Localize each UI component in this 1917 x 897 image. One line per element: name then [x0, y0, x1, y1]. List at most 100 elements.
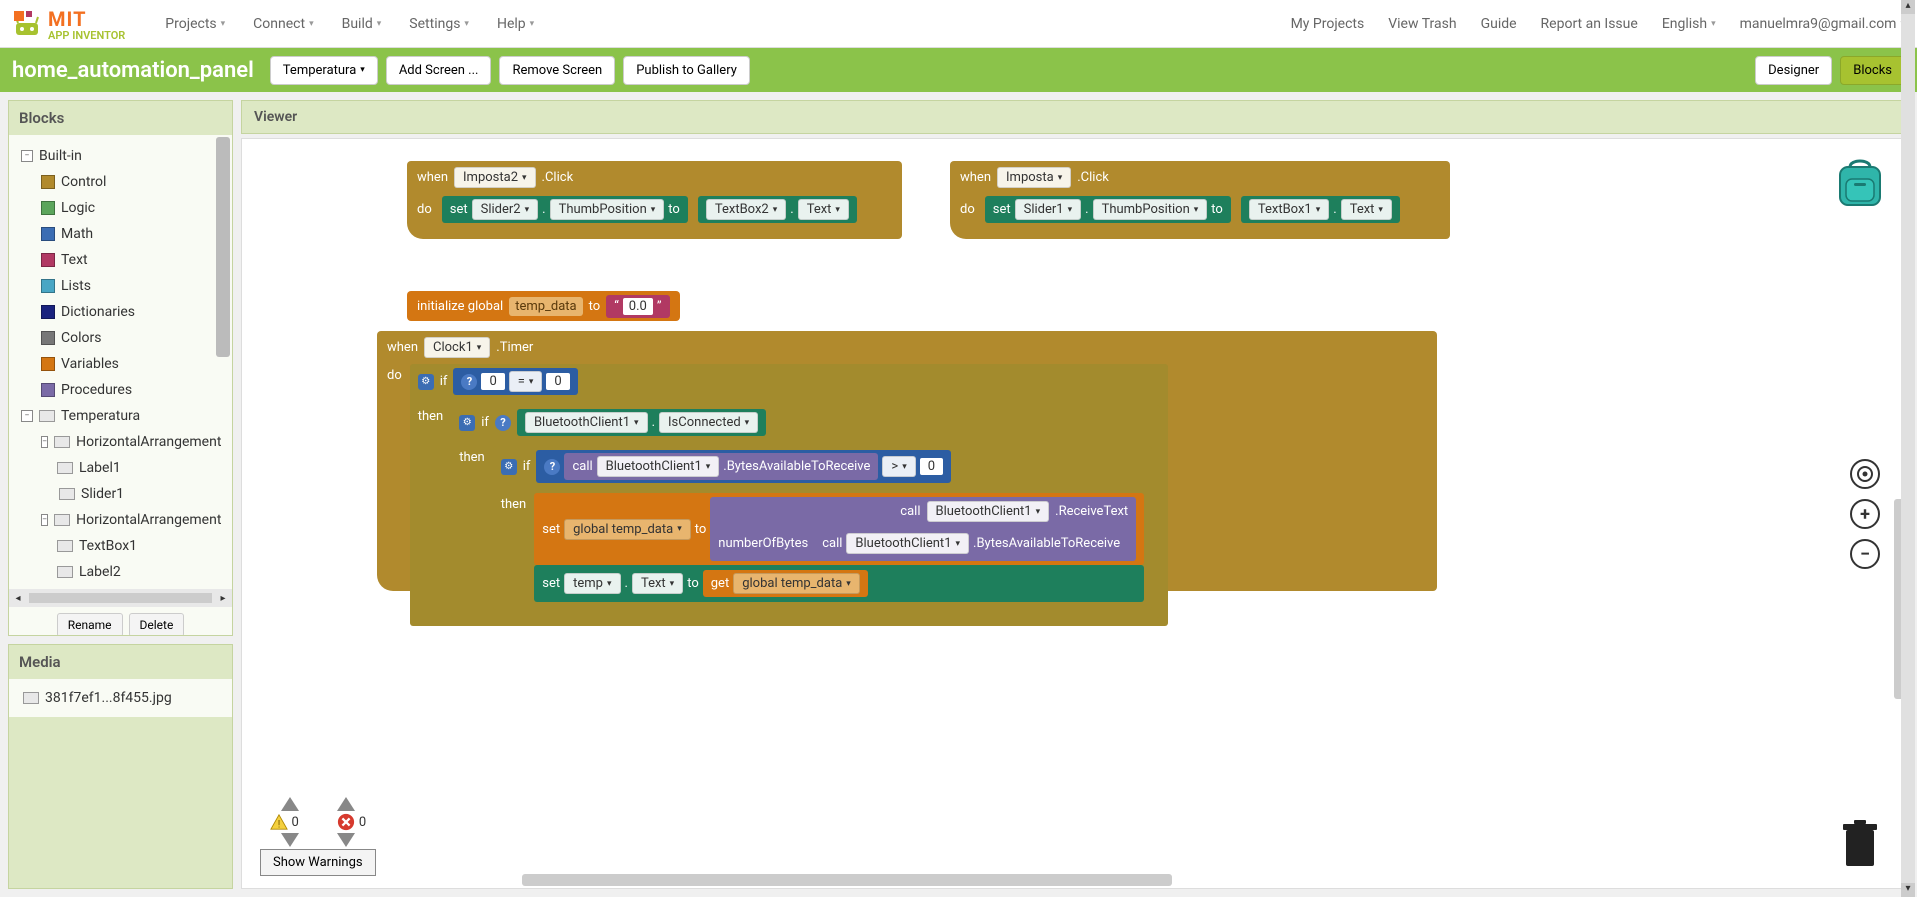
- logo[interactable]: MIT APP INVENTOR: [12, 7, 125, 41]
- if-block[interactable]: ⚙ if ? BluetoothClient1 . IsConnected: [451, 405, 1160, 618]
- block-init-global[interactable]: initialize global temp_data to “ 0.0 ”: [407, 291, 680, 321]
- show-warnings-button[interactable]: Show Warnings: [260, 849, 376, 876]
- category-variables[interactable]: Variables: [17, 351, 224, 377]
- component-item[interactable]: TextBox1: [17, 533, 224, 559]
- link-my-projects[interactable]: My Projects: [1291, 16, 1365, 32]
- operator-dropdown[interactable]: >: [882, 456, 915, 477]
- get-property-block[interactable]: TextBox2 . Text: [698, 196, 857, 223]
- media-file-item[interactable]: 381f7ef1...8f455.jpg: [19, 685, 222, 711]
- component-dropdown[interactable]: Clock1: [424, 337, 490, 358]
- block-when-imposta2-click[interactable]: when Imposta2 .Click do set Slider2 . Th…: [407, 161, 902, 239]
- category-procedures[interactable]: Procedures: [17, 377, 224, 403]
- property-dropdown[interactable]: ThumbPosition: [550, 199, 665, 220]
- category-dictionaries[interactable]: Dictionaries: [17, 299, 224, 325]
- component-item[interactable]: −HorizontalArrangement: [17, 429, 224, 455]
- component-dropdown[interactable]: Imposta: [997, 167, 1071, 188]
- if-block[interactable]: ⚙ if ? 0 = 0 then: [410, 364, 1168, 626]
- triangle-down-icon[interactable]: [281, 833, 299, 847]
- set-block[interactable]: set Slider2 . ThumbPosition to: [442, 196, 688, 223]
- gear-icon[interactable]: ⚙: [501, 459, 517, 475]
- zoom-out-button[interactable]: −: [1850, 539, 1880, 569]
- property-dropdown[interactable]: Text: [798, 199, 849, 220]
- tree-screen[interactable]: − Temperatura: [17, 403, 224, 429]
- link-guide[interactable]: Guide: [1481, 16, 1517, 32]
- component-dropdown[interactable]: TextBox2: [706, 199, 786, 220]
- menu-connect[interactable]: Connect: [253, 16, 313, 32]
- category-math[interactable]: Math: [17, 221, 224, 247]
- recenter-button[interactable]: [1850, 459, 1880, 489]
- scroll-down-icon[interactable]: ▾: [1901, 883, 1915, 897]
- collapse-icon[interactable]: −: [21, 410, 33, 422]
- get-variable-block[interactable]: get global temp_data: [703, 570, 868, 597]
- component-dropdown[interactable]: BluetoothClient1: [597, 456, 720, 477]
- component-item[interactable]: Label2: [17, 559, 224, 585]
- scrollbar-thumb[interactable]: [522, 874, 1172, 886]
- category-colors[interactable]: Colors: [17, 325, 224, 351]
- blocks-viewer[interactable]: when Imposta2 .Click do set Slider2 . Th…: [241, 138, 1909, 889]
- blocks-tab-button[interactable]: Blocks: [1840, 56, 1905, 85]
- collapse-icon[interactable]: −: [41, 436, 48, 448]
- palette-hscrollbar[interactable]: ◂ ▸: [9, 589, 232, 607]
- text-value[interactable]: 0.0: [623, 298, 653, 315]
- operator-dropdown[interactable]: =: [509, 371, 543, 392]
- user-dropdown[interactable]: manuelmra9@gmail.com: [1740, 16, 1905, 32]
- property-dropdown[interactable]: ThumbPosition: [1093, 199, 1208, 220]
- menu-help[interactable]: Help: [497, 16, 534, 32]
- add-screen-button[interactable]: Add Screen ...: [386, 56, 492, 85]
- component-dropdown[interactable]: Slider2: [472, 199, 539, 220]
- trash-icon[interactable]: [1840, 820, 1880, 868]
- backpack-icon[interactable]: [1832, 153, 1888, 209]
- component-dropdown[interactable]: BluetoothClient1: [846, 533, 969, 554]
- triangle-up-icon[interactable]: [337, 797, 355, 811]
- variable-dropdown[interactable]: global temp_data: [564, 519, 691, 540]
- designer-tab-button[interactable]: Designer: [1755, 56, 1832, 85]
- scroll-track[interactable]: [29, 593, 212, 603]
- blocks-canvas[interactable]: when Imposta2 .Click do set Slider2 . Th…: [242, 139, 1908, 888]
- component-item[interactable]: Slider1: [17, 481, 224, 507]
- delete-button[interactable]: Delete: [129, 613, 185, 635]
- menu-settings[interactable]: Settings: [409, 16, 469, 32]
- component-dropdown[interactable]: TextBox1: [1249, 199, 1329, 220]
- help-icon[interactable]: ?: [461, 374, 477, 390]
- if-block[interactable]: ⚙ if ? call BluetoothClient1: [493, 446, 1152, 610]
- text-literal-block[interactable]: “ 0.0 ”: [606, 295, 669, 318]
- set-block[interactable]: set Slider1 . ThumbPosition to: [985, 196, 1231, 223]
- publish-gallery-button[interactable]: Publish to Gallery: [623, 56, 750, 85]
- number-input[interactable]: 0: [481, 373, 504, 390]
- component-dropdown[interactable]: Imposta2: [454, 167, 536, 188]
- number-input[interactable]: 0: [546, 373, 569, 390]
- block-when-imposta-click[interactable]: when Imposta .Click do set Slider1 . Thu…: [950, 161, 1450, 239]
- property-dropdown[interactable]: Text: [1341, 199, 1392, 220]
- component-dropdown[interactable]: BluetoothClient1: [927, 501, 1050, 522]
- menu-build[interactable]: Build: [342, 16, 382, 32]
- triangle-down-icon[interactable]: [337, 833, 355, 847]
- equals-block[interactable]: ? 0 = 0: [453, 368, 577, 395]
- component-dropdown[interactable]: BluetoothClient1: [525, 412, 648, 433]
- help-icon[interactable]: ?: [495, 415, 511, 431]
- menu-projects[interactable]: Projects: [165, 16, 225, 32]
- category-lists[interactable]: Lists: [17, 273, 224, 299]
- property-block[interactable]: BluetoothClient1 . IsConnected: [517, 409, 766, 436]
- block-when-clock1-timer[interactable]: when Clock1 .Timer do ⚙ if ?: [377, 331, 1437, 591]
- page-scrollbar[interactable]: ▴ ▾: [1901, 0, 1915, 897]
- collapse-icon[interactable]: −: [41, 514, 48, 526]
- collapse-icon[interactable]: −: [21, 150, 33, 162]
- category-logic[interactable]: Logic: [17, 195, 224, 221]
- viewer-hscrollbar[interactable]: [242, 874, 1894, 886]
- gear-icon[interactable]: ⚙: [459, 415, 475, 431]
- category-control[interactable]: Control: [17, 169, 224, 195]
- number-input[interactable]: 0: [920, 458, 943, 475]
- language-dropdown[interactable]: English: [1662, 16, 1716, 32]
- palette-scrollbar[interactable]: [216, 137, 230, 357]
- tree-builtin[interactable]: − Built-in: [17, 143, 224, 169]
- screen-select-dropdown[interactable]: Temperatura: [270, 56, 378, 85]
- link-view-trash[interactable]: View Trash: [1388, 16, 1456, 32]
- get-property-block[interactable]: TextBox1 . Text: [1241, 196, 1400, 223]
- variable-name[interactable]: temp_data: [509, 297, 582, 316]
- call-receivetext-block[interactable]: call BluetoothClient1 .ReceiveText numbe…: [710, 497, 1136, 561]
- component-dropdown[interactable]: temp: [564, 573, 620, 594]
- compare-block[interactable]: ? call BluetoothClient1 .BytesAvailableT…: [536, 450, 951, 483]
- category-text[interactable]: Text: [17, 247, 224, 273]
- help-icon[interactable]: ?: [544, 459, 560, 475]
- call-block[interactable]: call BluetoothClient1 .BytesAvailableToR…: [564, 453, 878, 480]
